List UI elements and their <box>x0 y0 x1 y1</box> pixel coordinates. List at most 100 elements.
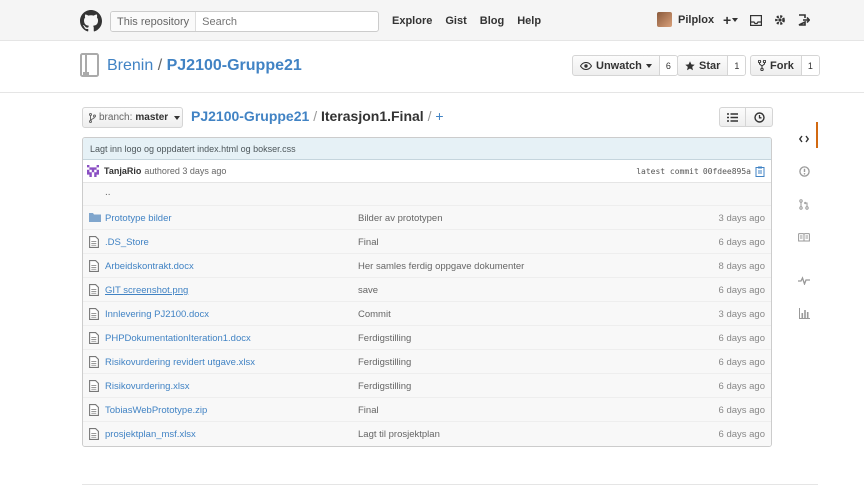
clipboard-icon[interactable] <box>755 166 765 177</box>
file-icon <box>89 380 99 392</box>
file-commit-message[interactable]: Final <box>358 405 379 416</box>
watch-count[interactable]: 6 <box>658 56 677 75</box>
file-name-link[interactable]: .DS_Store <box>105 237 149 248</box>
gear-icon[interactable] <box>774 14 786 26</box>
commit-authored-time: authored 3 days ago <box>144 166 227 176</box>
file-row[interactable]: GIT screenshot.png save 6 days ago <box>83 278 771 302</box>
unwatch-label: Unwatch <box>596 59 642 72</box>
book-icon <box>798 233 810 242</box>
commit-author[interactable]: TanjaRio <box>104 166 141 176</box>
file-row[interactable]: Risikovurdering.xlsx Ferdigstilling 6 days… <box>83 374 771 398</box>
sidebar-item-code[interactable] <box>790 122 818 155</box>
file-icon-wrap <box>89 380 99 395</box>
parent-directory-row[interactable]: .. <box>83 183 771 206</box>
author-gravatar-icon[interactable] <box>87 165 99 177</box>
file-row[interactable]: Innlevering PJ2100.docx Commit 3 days ago <box>83 302 771 326</box>
unwatch-label-wrap[interactable]: Unwatch <box>573 56 659 75</box>
file-icon-wrap <box>89 308 99 323</box>
file-commit-message[interactable]: Final <box>358 237 379 248</box>
repo-book-icon <box>80 53 99 77</box>
latest-commit-meta: TanjaRio authored 3 days ago latest comm… <box>83 160 771 183</box>
breadcrumb-separator: / <box>427 108 432 124</box>
inbox-icon[interactable] <box>750 14 763 26</box>
list-icon <box>727 112 738 122</box>
file-icon-wrap <box>89 260 99 275</box>
file-name-link[interactable]: prosjektplan_msf.xlsx <box>105 429 196 440</box>
file-row[interactable]: .DS_Store Final 6 days ago <box>83 230 771 254</box>
file-commit-message[interactable]: Ferdigstilling <box>358 333 411 344</box>
parent-directory-link[interactable]: .. <box>105 187 111 198</box>
sidebar-item-pull-requests[interactable] <box>790 188 818 221</box>
unwatch-button[interactable]: Unwatch 6 <box>572 55 678 76</box>
sidebar-item-issues[interactable] <box>790 155 818 188</box>
star-label-wrap[interactable]: Star <box>678 56 727 75</box>
nav-explore[interactable]: Explore <box>392 15 432 27</box>
search-input[interactable] <box>196 15 347 28</box>
branch-selector[interactable]: branch: master <box>82 107 183 128</box>
file-icon <box>89 308 99 320</box>
file-name-link[interactable]: Innlevering PJ2100.docx <box>105 309 209 320</box>
latest-commit-message[interactable]: Lagt inn logo og oppdatert index.html og… <box>83 138 771 160</box>
repo-title: Brenin / PJ2100-Gruppe21 <box>107 57 302 75</box>
star-button[interactable]: Star 1 <box>677 55 747 76</box>
file-name-link[interactable]: Prototype bilder <box>105 213 172 224</box>
site-header: This repository Explore Gist Blog Help P… <box>0 0 864 41</box>
file-row[interactable]: PHPDokumentationIteration1.docx Ferdigsti… <box>83 326 771 350</box>
sidebar-item-wiki[interactable] <box>790 221 818 254</box>
nav-blog[interactable]: Blog <box>480 15 504 27</box>
file-name-link[interactable]: PHPDokumentationIteration1.docx <box>105 333 251 344</box>
user-menu[interactable]: Pilplox <box>657 12 714 27</box>
branch-icon <box>89 112 96 123</box>
commit-sha[interactable]: 00fdee895a <box>703 167 751 176</box>
code-icon <box>799 135 809 142</box>
star-count[interactable]: 1 <box>727 56 746 75</box>
sign-out-icon[interactable] <box>798 14 811 26</box>
avatar[interactable] <box>657 12 672 27</box>
file-age: 6 days ago <box>718 381 765 392</box>
file-name-link[interactable]: Risikovurdering.xlsx <box>105 381 189 392</box>
nav-help[interactable]: Help <box>517 15 541 27</box>
file-row[interactable]: Prototype bilder Bilder av prototypen 3 da… <box>83 206 771 230</box>
file-commit-message[interactable]: Commit <box>358 309 391 320</box>
github-logo-icon[interactable] <box>80 10 102 32</box>
file-name-link[interactable]: Risikovurdering revidert utgave.xlsx <box>105 357 255 368</box>
file-commit-message[interactable]: Ferdigstilling <box>358 357 411 368</box>
file-row[interactable]: Arbeidskontrakt.docx Her samles ferdig op… <box>83 254 771 278</box>
fork-button[interactable]: Fork 1 <box>750 55 820 76</box>
fork-count[interactable]: 1 <box>800 56 819 75</box>
file-commit-message[interactable]: save <box>358 285 378 296</box>
fork-label-wrap[interactable]: Fork <box>751 56 801 75</box>
history-button[interactable] <box>746 107 773 127</box>
file-row[interactable]: prosjektplan_msf.xlsx Lagt til prosjektpl… <box>83 422 771 446</box>
nav-gist[interactable]: Gist <box>445 15 466 27</box>
file-browser: Lagt inn logo og oppdatert index.html og… <box>82 137 772 447</box>
search-box[interactable]: This repository <box>110 11 379 32</box>
add-file-link[interactable]: + <box>435 108 443 124</box>
star-label: Star <box>699 59 721 72</box>
repo-name-link[interactable]: PJ2100-Gruppe21 <box>167 57 302 74</box>
pulse-icon <box>798 276 810 285</box>
file-commit-message[interactable]: Lagt til prosjektplan <box>358 429 440 440</box>
file-commit-message[interactable]: Her samles ferdig oppgave dokumenter <box>358 261 524 272</box>
history-icon <box>753 111 765 123</box>
create-new-button[interactable]: + <box>723 12 739 28</box>
file-row[interactable]: Risikovurdering revidert utgave.xlsx Ferd… <box>83 350 771 374</box>
file-commit-message[interactable]: Ferdigstilling <box>358 381 411 392</box>
list-view-button[interactable] <box>719 107 746 127</box>
file-icon <box>89 356 99 368</box>
file-age: 6 days ago <box>718 285 765 296</box>
latest-commit-label: latest commit <box>636 167 699 176</box>
username[interactable]: Pilplox <box>678 14 714 26</box>
repo-owner-link[interactable]: Brenin <box>107 57 153 74</box>
file-icon-wrap <box>89 404 99 419</box>
pull-request-icon <box>799 199 809 210</box>
breadcrumb-root-link[interactable]: PJ2100-Gruppe21 <box>191 108 309 124</box>
sidebar-item-graphs[interactable] <box>790 297 818 330</box>
file-commit-message[interactable]: Bilder av prototypen <box>358 213 443 224</box>
file-name-link[interactable]: TobiasWebPrototype.zip <box>105 405 207 416</box>
sidebar-item-pulse[interactable] <box>790 264 818 297</box>
file-row[interactable]: TobiasWebPrototype.zip Final 6 days ago <box>83 398 771 422</box>
file-name-link[interactable]: GIT screenshot.png <box>105 285 188 296</box>
file-name-link[interactable]: Arbeidskontrakt.docx <box>105 261 194 272</box>
